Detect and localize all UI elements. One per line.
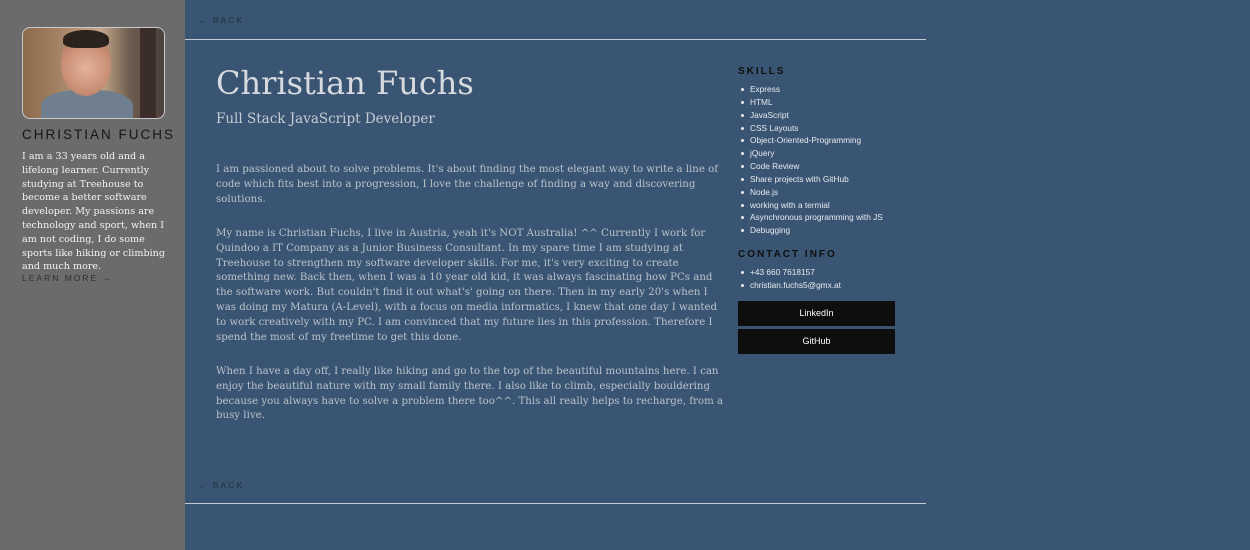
skill-item: Express [738, 83, 883, 96]
avatar-hair [63, 30, 109, 48]
skill-item: Debugging [738, 224, 883, 237]
page-subtitle: Full Stack JavaScript Developer [216, 111, 435, 127]
hobbies-paragraph: When I have a day off, I really like hik… [216, 366, 724, 422]
skill-item: HTML [738, 96, 883, 109]
learn-more-link[interactable]: LEARN MORE → [22, 273, 113, 283]
page-title: Christian Fuchs [216, 64, 474, 102]
skill-item: Asynchronous programming with JS [738, 211, 883, 224]
intro-paragraph: I am passioned about to solve problems. … [216, 164, 719, 205]
back-link-top[interactable]: ← BACK [198, 15, 244, 25]
skills-list: Express HTML JavaScript CSS Layouts Obje… [738, 83, 883, 237]
skill-item: CSS Layouts [738, 122, 883, 135]
sidebar: CHRISTIAN FUCHS I am a 33 years old and … [0, 0, 185, 550]
about-paragraph: My name is Christian Fuchs, I live in Au… [216, 228, 718, 343]
avatar [22, 27, 165, 119]
contact-email[interactable]: christian.fuchs5@gmx.at [738, 279, 841, 292]
github-button[interactable]: GitHub [738, 329, 895, 354]
skill-item: working with a termial [738, 199, 883, 212]
profile-bio: I am a 33 years old and a lifelong learn… [22, 151, 165, 273]
profile-name: CHRISTIAN FUCHS [22, 127, 176, 142]
divider-bottom [185, 503, 926, 504]
avatar-background [140, 28, 156, 118]
skill-item: Code Review [738, 160, 883, 173]
skill-item: Object-Oriented-Programming [738, 134, 883, 147]
contact-list: +43 660 7618157 christian.fuchs5@gmx.at [738, 266, 841, 292]
skill-item: jQuery [738, 147, 883, 160]
skill-item: JavaScript [738, 109, 883, 122]
skills-heading: SKILLS [738, 66, 786, 77]
skill-item: Node.js [738, 186, 883, 199]
linkedin-button[interactable]: LinkedIn [738, 301, 895, 326]
divider-top [185, 39, 926, 40]
contact-heading: CONTACT INFO [738, 249, 837, 260]
contact-phone: +43 660 7618157 [738, 266, 841, 279]
back-link-bottom[interactable]: ← BACK [198, 480, 244, 490]
skill-item: Share projects with GitHub [738, 173, 883, 186]
